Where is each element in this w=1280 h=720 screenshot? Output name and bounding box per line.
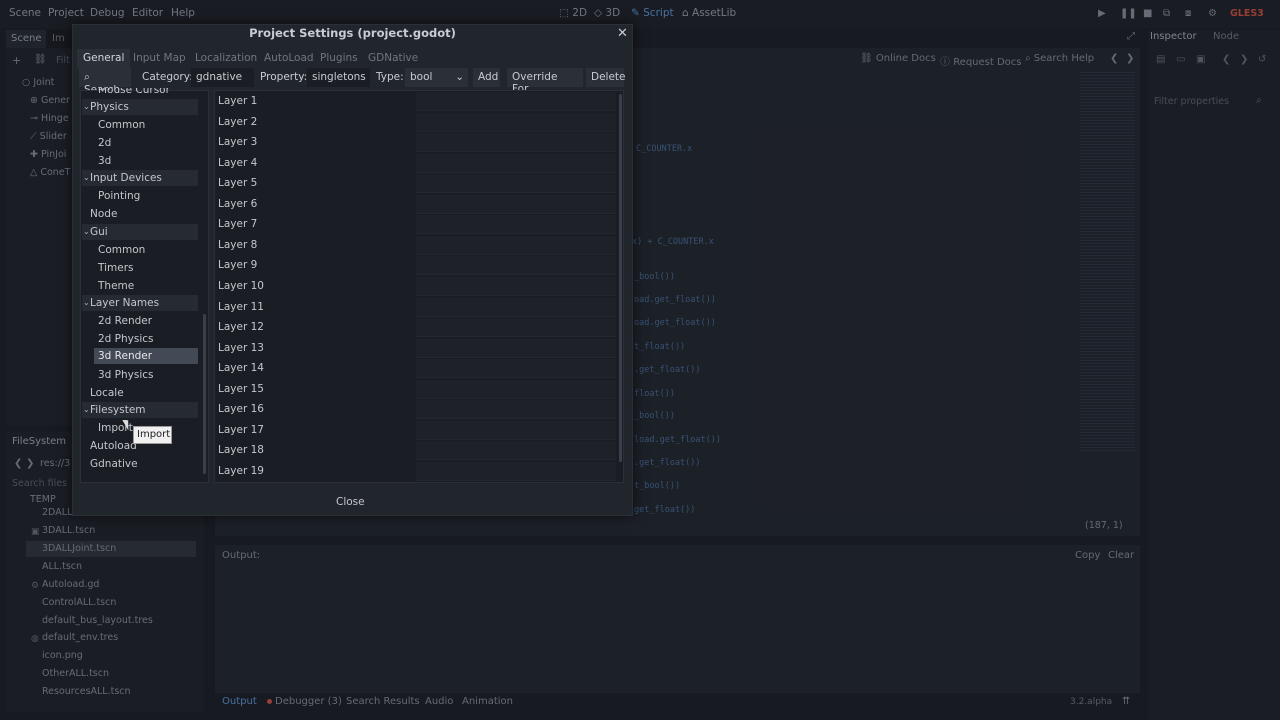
delete-button[interactable]: Delete — [586, 68, 626, 87]
chevron-down-icon: ⌄ — [83, 227, 90, 236]
tooltip: Import — [133, 426, 172, 444]
tab-general[interactable]: General — [77, 49, 131, 69]
tree-item-autoload[interactable]: Autoload — [90, 440, 137, 452]
tree-item-3d-physics[interactable]: 3d Physics — [98, 369, 154, 381]
dialog-title: Project Settings (project.godot) — [249, 26, 456, 40]
close-icon[interactable]: ✕ — [617, 26, 628, 41]
tree-section-gui[interactable]: ⌄ Gui — [82, 224, 198, 240]
tree-section-label: Input Devices — [90, 172, 162, 184]
chevron-down-icon: ⌄ — [83, 173, 90, 182]
layer-name-label: Layer 8 — [218, 238, 258, 251]
layer-value-field[interactable] — [416, 174, 616, 194]
add-button[interactable]: Add — [473, 68, 500, 87]
layer-value-field[interactable] — [416, 461, 616, 481]
layer-name-label: Layer 1 — [218, 95, 258, 107]
tree-item-pointing[interactable]: Pointing — [98, 190, 140, 202]
layer-name-label: Layer 12 — [218, 321, 264, 334]
chevron-down-icon: ⌄ — [83, 405, 90, 414]
layer-name-label: Layer 11 — [218, 300, 264, 313]
tree-section-label: Filesystem — [90, 404, 146, 416]
search-icon: ⌕ — [84, 71, 90, 83]
layer-value-field[interactable] — [416, 194, 616, 214]
layer-name-label: Layer 17 — [218, 423, 264, 436]
chevron-down-icon: ⌄ — [83, 298, 90, 307]
layer-name-label: Layer 6 — [218, 197, 258, 210]
layer-name-label: Layer 16 — [218, 403, 264, 416]
tree-item-3d-render[interactable]: 3d Render — [94, 348, 198, 364]
layer-value-field[interactable] — [416, 338, 616, 358]
layer-value-field[interactable] — [416, 420, 616, 440]
type-select-value: bool — [410, 71, 433, 83]
property-input[interactable]: singletons — [307, 68, 370, 87]
close-button[interactable]: Close — [330, 494, 371, 510]
tree-section-input-devices[interactable]: ⌄ Input Devices — [82, 170, 198, 186]
tree-item-physics-3d[interactable]: 3d — [98, 155, 111, 167]
type-select[interactable]: bool ⌄ — [405, 68, 468, 87]
layer-value-field[interactable] — [416, 359, 616, 379]
layer-name-label: Layer 4 — [218, 156, 258, 169]
layer-value-field[interactable] — [416, 92, 616, 111]
tree-item-gui-common[interactable]: Common — [98, 244, 145, 256]
tree-section-label: Gui — [90, 226, 108, 238]
layer-value-field[interactable] — [416, 297, 616, 317]
tree-scrollbar[interactable] — [203, 314, 206, 474]
tree-item-theme[interactable]: Theme — [98, 280, 134, 292]
layer-value-field[interactable] — [416, 235, 616, 255]
layer-value-field[interactable] — [416, 318, 616, 338]
tab-input-map[interactable]: Input Map — [127, 49, 192, 69]
layer-value-field[interactable] — [416, 379, 616, 399]
tree-item-2d-physics[interactable]: 2d Physics — [98, 333, 154, 345]
property-label: Property: — [260, 71, 308, 83]
tree-section-physics[interactable]: ⌄ Physics — [82, 99, 198, 115]
tab-localization[interactable]: Localization — [189, 49, 263, 69]
layer-name-label: Layer 2 — [218, 115, 258, 128]
layer-name-label: Layer 9 — [218, 259, 258, 272]
layer-name-label: Layer 13 — [218, 341, 264, 354]
type-label: Type: — [376, 71, 404, 83]
override-for-button[interactable]: Override For... — [507, 68, 583, 95]
tab-autoload[interactable]: AutoLoad — [258, 49, 320, 69]
tree-item-gdnative[interactable]: Gdnative — [90, 458, 138, 470]
tree-section-layer-names[interactable]: ⌄ Layer Names — [82, 295, 198, 311]
tab-plugins[interactable]: Plugins — [314, 49, 364, 69]
search-button[interactable]: ⌕ Search — [79, 68, 131, 96]
category-input[interactable]: gdnative — [191, 68, 254, 87]
layer-value-field[interactable] — [416, 112, 616, 132]
layer-value-field[interactable] — [416, 256, 616, 276]
tree-item-timers[interactable]: Timers — [98, 262, 133, 274]
category-label: Category: — [142, 71, 193, 83]
layer-name-label: Layer 15 — [218, 382, 264, 395]
chevron-down-icon: ⌄ — [455, 71, 464, 83]
layer-name-label: Layer 14 — [218, 362, 264, 375]
layer-name-label: Layer 19 — [218, 464, 264, 477]
tree-item-node[interactable]: Node — [90, 208, 117, 220]
tree-section-filesystem[interactable]: ⌄ Filesystem — [82, 402, 198, 418]
layer-value-field[interactable] — [416, 441, 616, 461]
layer-value-field[interactable] — [416, 215, 616, 235]
tree-item-physics-2d[interactable]: 2d — [98, 137, 111, 149]
layer-name-label: Layer 10 — [218, 279, 264, 292]
tree-section-label: Physics — [90, 101, 129, 113]
tree-item-locale[interactable]: Locale — [90, 387, 124, 399]
tree-section-label: Layer Names — [90, 297, 160, 309]
layer-name-label: Layer 3 — [218, 136, 258, 149]
chevron-down-icon: ⌄ — [83, 102, 90, 111]
tab-gdnative[interactable]: GDNative — [362, 49, 424, 69]
layer-name-label: Layer 18 — [218, 444, 264, 457]
layer-name-label: Layer 7 — [218, 218, 258, 231]
list-scrollbar[interactable] — [619, 94, 622, 462]
tree-item-2d-render[interactable]: 2d Render — [98, 315, 152, 327]
layer-value-field[interactable] — [416, 276, 616, 296]
tree-item-physics-common[interactable]: Common — [98, 119, 145, 131]
layer-value-field[interactable] — [416, 133, 616, 153]
layer-value-field[interactable] — [416, 400, 616, 420]
layer-name-label: Layer 5 — [218, 177, 258, 190]
layer-value-field[interactable] — [416, 153, 616, 173]
